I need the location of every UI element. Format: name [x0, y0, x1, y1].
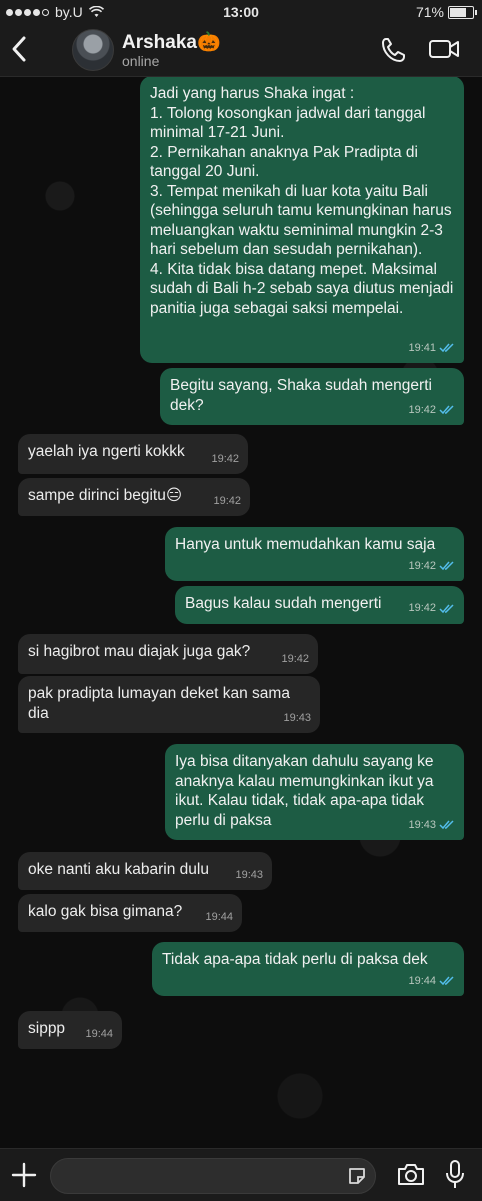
double-check-icon [439, 604, 454, 613]
message-time: 19:43 [283, 711, 311, 724]
message-time: 19:41 [408, 341, 436, 354]
message-meta: 19:44 [85, 1025, 113, 1045]
message-meta: 19:42 [408, 599, 455, 619]
chevron-left-icon[interactable] [8, 34, 30, 64]
message-meta: 19:42 [408, 401, 455, 421]
battery-icon [448, 5, 477, 19]
outgoing-message[interactable]: Tidak apa-apa tidak perlu di paksa dek 19… [152, 942, 464, 996]
camera-icon[interactable] [396, 1161, 426, 1187]
outgoing-message[interactable]: Iya bisa ditanyakan dahulu sayang ke ana… [165, 744, 464, 840]
message-text: sampe dirinci begitu😑 [28, 487, 183, 504]
clock: 13:00 [223, 4, 259, 20]
message-meta: 19:43 [283, 709, 311, 729]
video-camera-icon[interactable] [428, 36, 460, 62]
message-time: 19:44 [85, 1027, 113, 1040]
message-text: Hanya untuk memudahkan kamu saja [175, 536, 436, 553]
message-input[interactable] [50, 1158, 376, 1194]
incoming-message[interactable]: oke nanti aku kabarin dulu 19:43 [18, 852, 272, 890]
message-meta: 19:43 [235, 866, 263, 886]
sticker-icon[interactable] [347, 1166, 367, 1186]
message-text: kalo gak bisa gimana? [28, 903, 183, 920]
outgoing-message[interactable]: Hanya untuk memudahkan kamu saja 19:42 [165, 527, 464, 581]
message-meta: 19:41 [408, 339, 455, 359]
message-time: 19:42 [211, 452, 239, 465]
battery-area: 71% [415, 4, 477, 20]
message-text: yaelah iya ngerti kokkk [28, 443, 185, 460]
status-bar: by.U 13:00 71% [0, 0, 482, 24]
microphone-icon[interactable] [444, 1159, 466, 1191]
message-time: 19:42 [408, 559, 436, 572]
battery-percent: 71% [415, 4, 444, 20]
message-text: si hagibrot mau diajak juga gak? [28, 643, 251, 660]
message-meta: 19:42 [213, 492, 241, 512]
outgoing-message[interactable]: Jadi yang harus Shaka ingat : 1. Tolong … [140, 76, 464, 363]
incoming-message[interactable]: kalo gak bisa gimana? 19:44 [18, 894, 242, 932]
message-meta: 19:44 [205, 908, 233, 928]
chat-header: Arshaka🎃 online [0, 24, 482, 77]
outgoing-message[interactable]: Bagus kalau sudah mengerti 19:42 [175, 586, 464, 624]
outgoing-message[interactable]: Begitu sayang, Shaka sudah mengerti dek?… [160, 368, 464, 425]
message-meta: 19:42 [211, 450, 239, 470]
message-time: 19:43 [408, 818, 436, 831]
input-bar [0, 1148, 482, 1201]
message-text: Jadi yang harus Shaka ingat : 1. Tolong … [150, 85, 454, 317]
plus-icon[interactable] [10, 1161, 38, 1189]
double-check-icon [439, 561, 454, 571]
double-check-icon [439, 405, 454, 415]
incoming-message[interactable]: si hagibrot mau diajak juga gak? 19:42 [18, 634, 318, 674]
message-time: 19:42 [213, 494, 241, 507]
message-meta: 19:44 [408, 972, 455, 992]
message-time: 19:42 [408, 602, 436, 614]
message-time: 19:42 [408, 403, 436, 416]
double-check-icon [439, 976, 454, 986]
incoming-message[interactable]: sippp 19:44 [18, 1011, 122, 1049]
double-check-icon [439, 343, 454, 353]
contact-name[interactable]: Arshaka🎃 [122, 30, 221, 54]
message-list[interactable]: Jadi yang harus Shaka ingat : 1. Tolong … [0, 76, 482, 1148]
message-text: pak pradipta lumayan deket kan sama dia [28, 685, 295, 722]
incoming-message[interactable]: yaelah iya ngerti kokkk 19:42 [18, 434, 248, 474]
message-time: 19:44 [205, 910, 233, 923]
contact-avatar[interactable] [72, 29, 114, 71]
message-time: 19:43 [235, 868, 263, 881]
incoming-message[interactable]: sampe dirinci begitu😑 19:42 [18, 478, 250, 516]
message-meta: 19:43 [408, 816, 455, 836]
message-text: oke nanti aku kabarin dulu [28, 861, 209, 878]
battery-fill [450, 7, 466, 17]
message-text: Tidak apa-apa tidak perlu di paksa dek [162, 951, 428, 968]
message-time: 19:44 [408, 974, 436, 987]
incoming-message[interactable]: pak pradipta lumayan deket kan sama dia 1… [18, 676, 320, 733]
message-meta: 19:42 [281, 650, 309, 670]
phone-icon[interactable] [380, 36, 406, 64]
message-meta: 19:42 [408, 557, 455, 577]
presence-status: online [122, 53, 160, 69]
double-check-icon [439, 820, 454, 830]
message-time: 19:42 [281, 652, 309, 665]
